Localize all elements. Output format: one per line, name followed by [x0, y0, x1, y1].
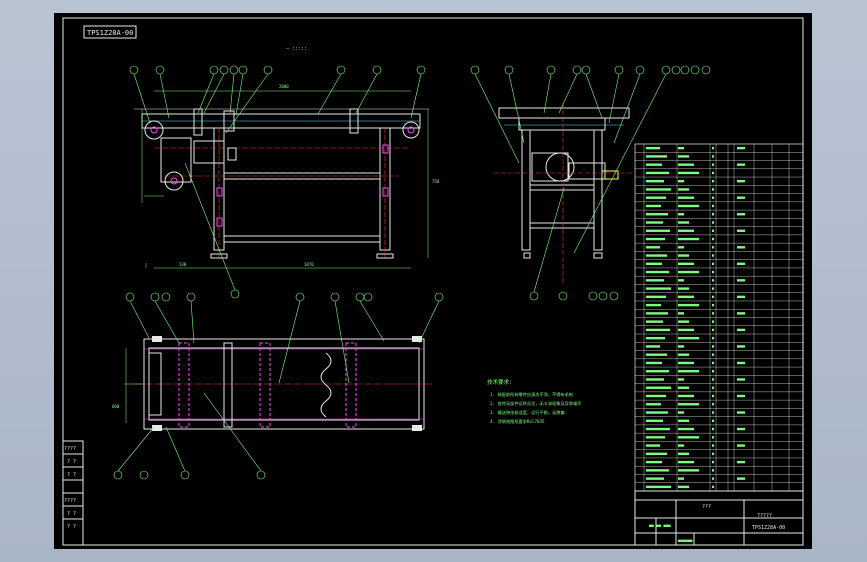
- top-view: 600: [112, 336, 434, 431]
- code-box-text: TPS1Z28A-00: [87, 29, 133, 37]
- svg-text:■■■■■■: ■■■■■■: [678, 538, 693, 543]
- strip-cell-2: ? ?: [67, 459, 76, 465]
- assembly-drawing: TPS1Z28A-00 — ::::: ???? ? ? ? ? ???? ? …: [62, 17, 804, 546]
- cad-drawing-canvas[interactable]: TPS1Z28A-00 — ::::: ???? ? ? ? ? ???? ? …: [54, 13, 812, 549]
- technical-notes: 技术要求: 1. 装配前所有零件应清洗干净，不得有毛刺 2. 各传动部件运转灵活…: [487, 378, 581, 425]
- svg-text:130: 130: [179, 262, 187, 267]
- svg-text:2000: 2000: [279, 84, 289, 89]
- svg-text:1870: 1870: [304, 262, 314, 267]
- drawing-border: [62, 17, 804, 546]
- left-revision-strip: ???? ? ? ? ? ???? ? ? ? ?: [62, 440, 84, 546]
- note-3: 3. 输送带张紧适度，运行平稳，无跑偏: [490, 409, 565, 416]
- title-block: ??? ????? TPS1Z28A-00 ■■ ■■ ■■■ ■■■■■■: [634, 490, 804, 546]
- title-block-name: ???: [702, 504, 711, 510]
- front-view: 2000 1870 130 750: [134, 84, 440, 269]
- title-block-company: ?????: [757, 513, 772, 519]
- notes-title: 技术要求:: [487, 378, 512, 386]
- strip-cell-5: ? ?: [67, 511, 76, 517]
- svg-text:■■ ■■ ■■■: ■■ ■■ ■■■: [649, 523, 671, 528]
- side-view: [494, 103, 634, 283]
- note-4: 4. 涂装按图纸要求Ral7035: [490, 418, 545, 425]
- strip-cell-4: ????: [64, 498, 76, 504]
- svg-text:750: 750: [432, 179, 440, 184]
- note-2: 2. 各传动部件运转灵活，无卡滞现象及异常噪声: [490, 400, 581, 407]
- note-1: 1. 装配前所有零件应清洗干净，不得有毛刺: [490, 391, 573, 398]
- top-view-balloons: [113, 292, 444, 480]
- strip-cell-6: ? ?: [67, 524, 76, 530]
- parts-list: [634, 143, 804, 492]
- svg-text:600: 600: [112, 404, 120, 409]
- strip-cell-3: ? ?: [67, 472, 76, 478]
- top-mark: — :::::: [286, 46, 307, 52]
- strip-cell-1: ????: [64, 446, 76, 452]
- side-view-balloons: [470, 65, 711, 301]
- title-block-drawing-no: TPS1Z28A-00: [752, 525, 785, 531]
